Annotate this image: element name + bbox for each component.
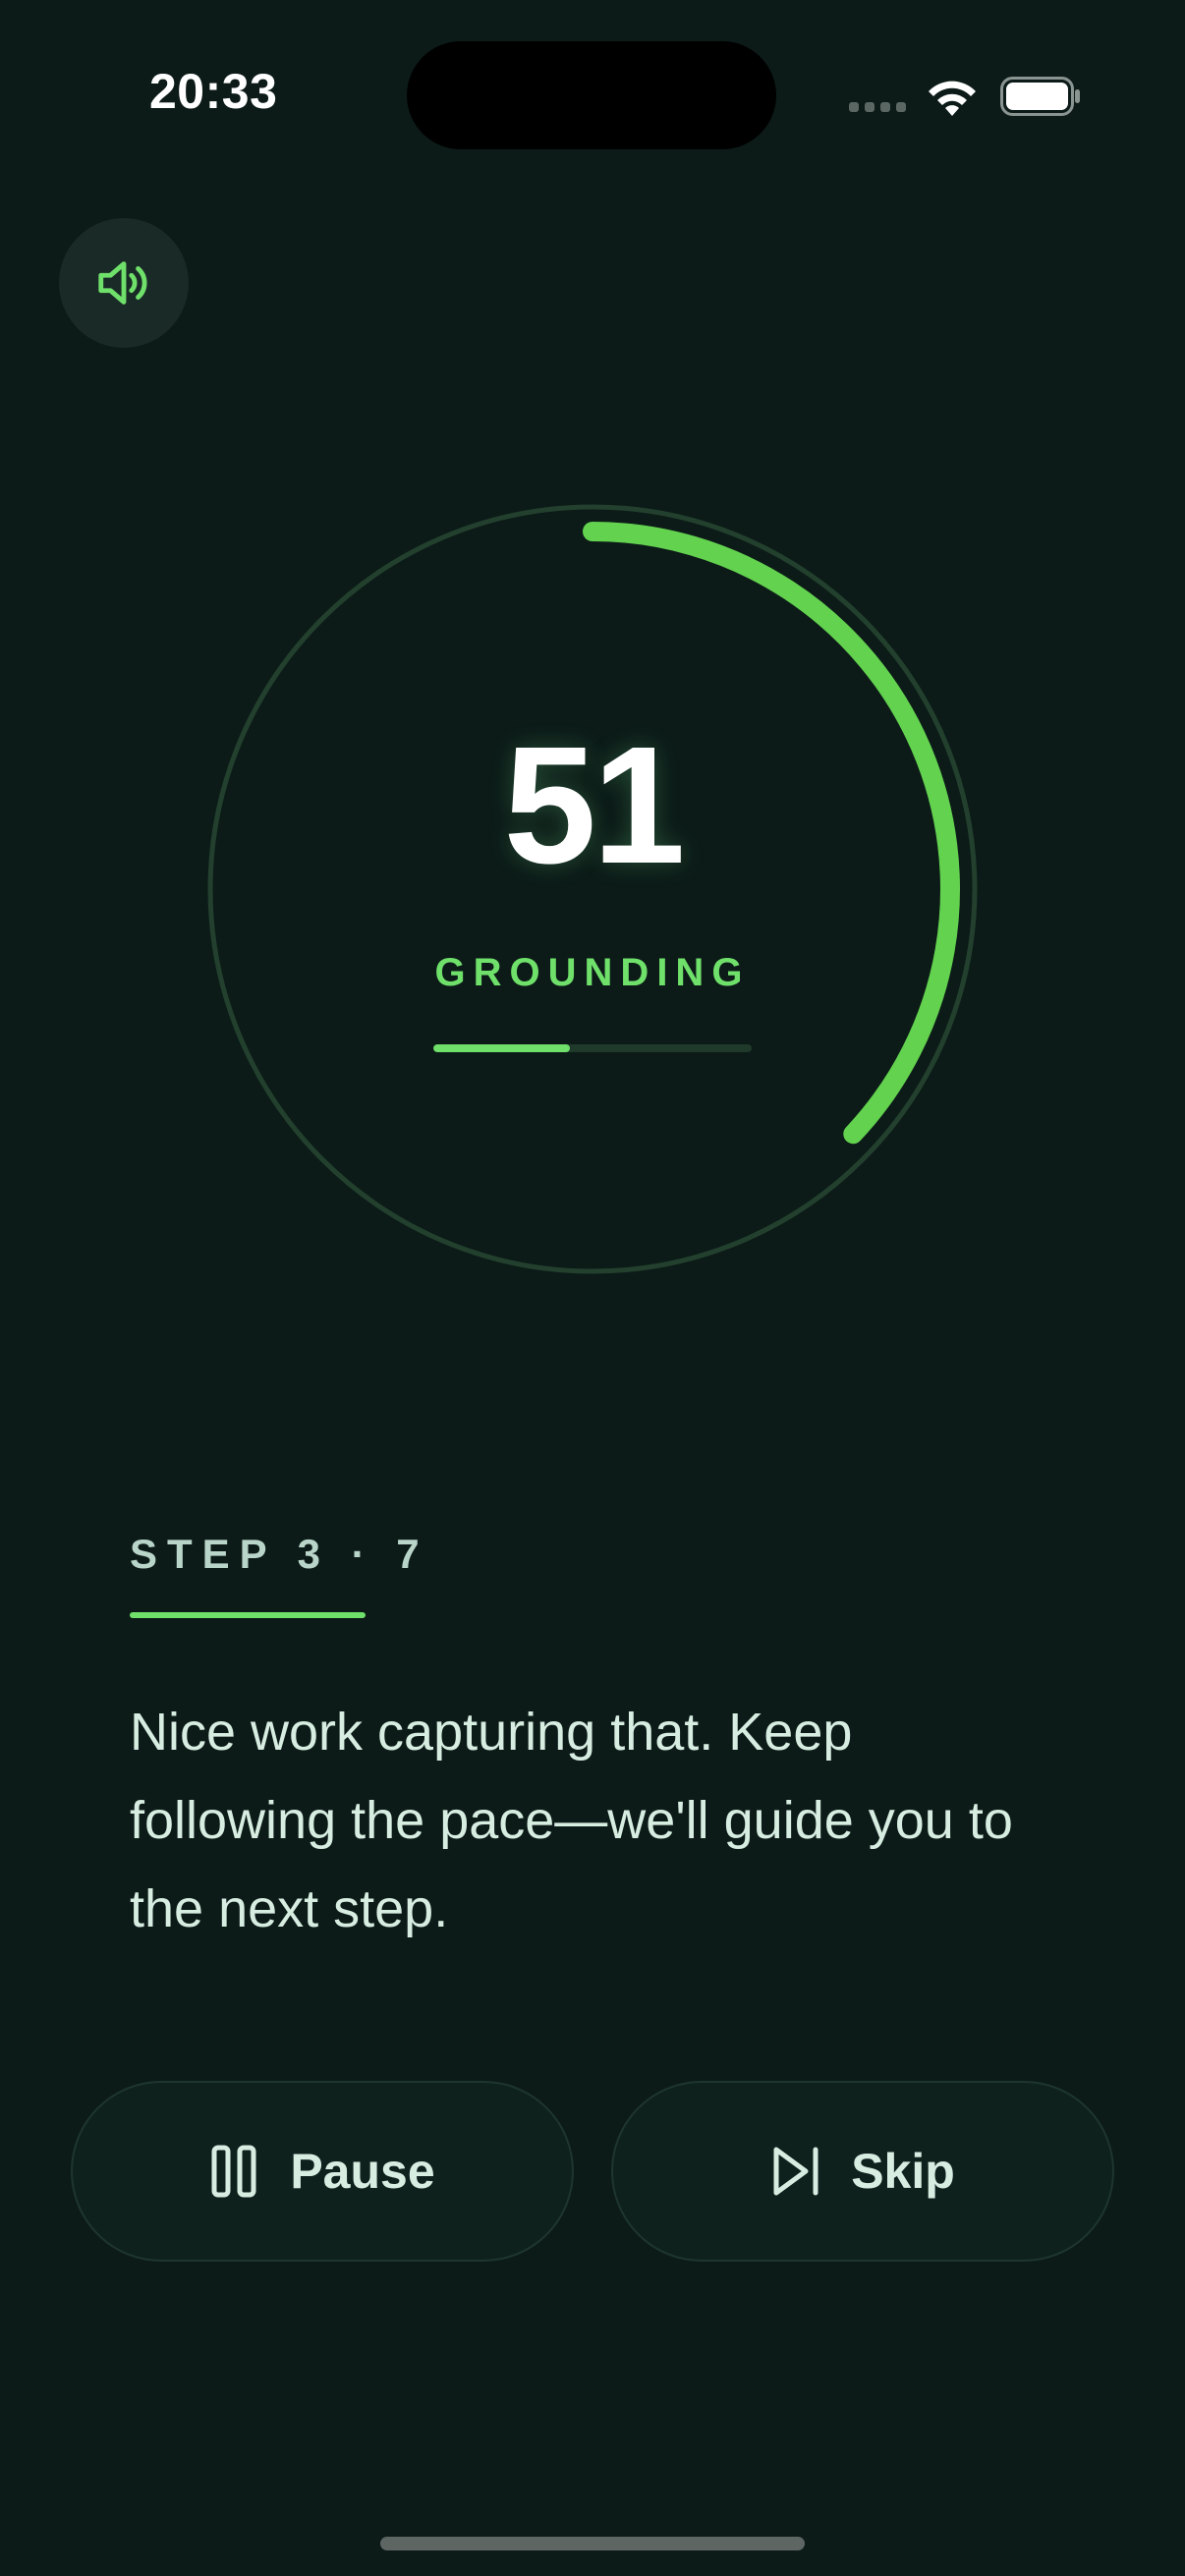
pause-label: Pause (290, 2144, 435, 2199)
pause-icon (211, 2145, 256, 2198)
step-counter: STEP 3 · 7 (130, 1531, 429, 1577)
skip-label: Skip (851, 2144, 955, 2199)
skip-button[interactable]: Skip (611, 2081, 1114, 2262)
step-message: Nice work capturing that. Keep following… (130, 1703, 1013, 1938)
pause-button[interactable]: Pause (71, 2081, 574, 2262)
home-indicator[interactable] (380, 2537, 805, 2550)
step-underline (130, 1612, 366, 1618)
phase-progress-bar (433, 1044, 752, 1052)
skip-forward-icon (773, 2147, 818, 2196)
progress-ring (207, 504, 978, 1274)
phase-progress-fill (433, 1044, 571, 1052)
phase-label: GROUNDING (434, 951, 751, 994)
timer-value: 51 (503, 712, 685, 899)
